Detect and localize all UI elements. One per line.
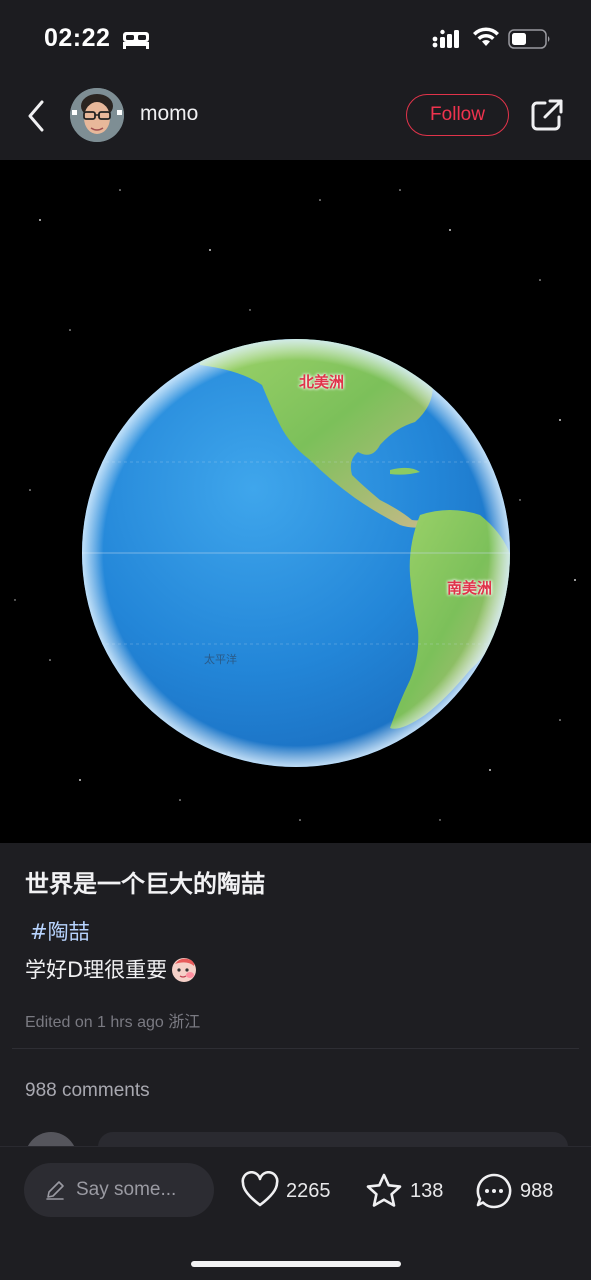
favorite-count: 138 [410,1179,444,1202]
author-avatar[interactable] [70,88,124,142]
share-icon[interactable] [530,98,564,132]
status-bar: 02:22 [0,0,591,80]
emoji-face-icon [172,958,197,982]
like-button[interactable]: 2265 [240,1169,331,1213]
label-north-america: 北美洲 [299,373,345,391]
label-south-america: 南美洲 [447,579,493,597]
divider [12,1048,579,1049]
comments-button[interactable]: 988 [474,1169,553,1213]
label-pacific: 太平洋 [204,653,237,666]
post-hashtag[interactable]: #陶喆 [30,916,90,946]
home-indicator[interactable] [191,1261,401,1267]
post-header: momo Follow [0,80,591,160]
globe-image [14,189,576,821]
author-username[interactable]: momo [140,102,198,126]
status-time: 02:22 [44,24,111,52]
post-text-content: 学好D理很重要 [25,958,168,982]
sleep-mode-icon [123,32,149,49]
follow-button[interactable]: Follow [406,94,509,136]
like-count: 2265 [286,1179,331,1202]
comments-count: 988 comments [25,1080,150,1101]
post-image[interactable]: 北美洲 南美洲 太平洋 [0,160,591,843]
battery-icon [508,29,550,49]
post-meta: Edited on 1 hrs ago 浙江 [25,1014,201,1031]
cellular-signal-icon [432,29,459,48]
heart-icon [241,1171,279,1207]
post-text: 学好D理很重要 [25,954,199,984]
pencil-icon [46,1181,64,1200]
bottom-action-bar: Say some... 2265 138 988 [0,1146,591,1280]
wifi-icon [473,27,499,46]
chevron-left-icon[interactable] [22,96,52,136]
comment-bubble-icon [476,1173,512,1209]
favorite-button[interactable]: 138 [364,1169,443,1213]
star-icon [366,1173,402,1207]
comment-input-placeholder: Say some... [76,1179,177,1200]
post-title: 世界是一个巨大的陶喆 [25,870,265,898]
comment-input[interactable]: Say some... [24,1163,214,1217]
comment-count: 988 [520,1179,554,1202]
